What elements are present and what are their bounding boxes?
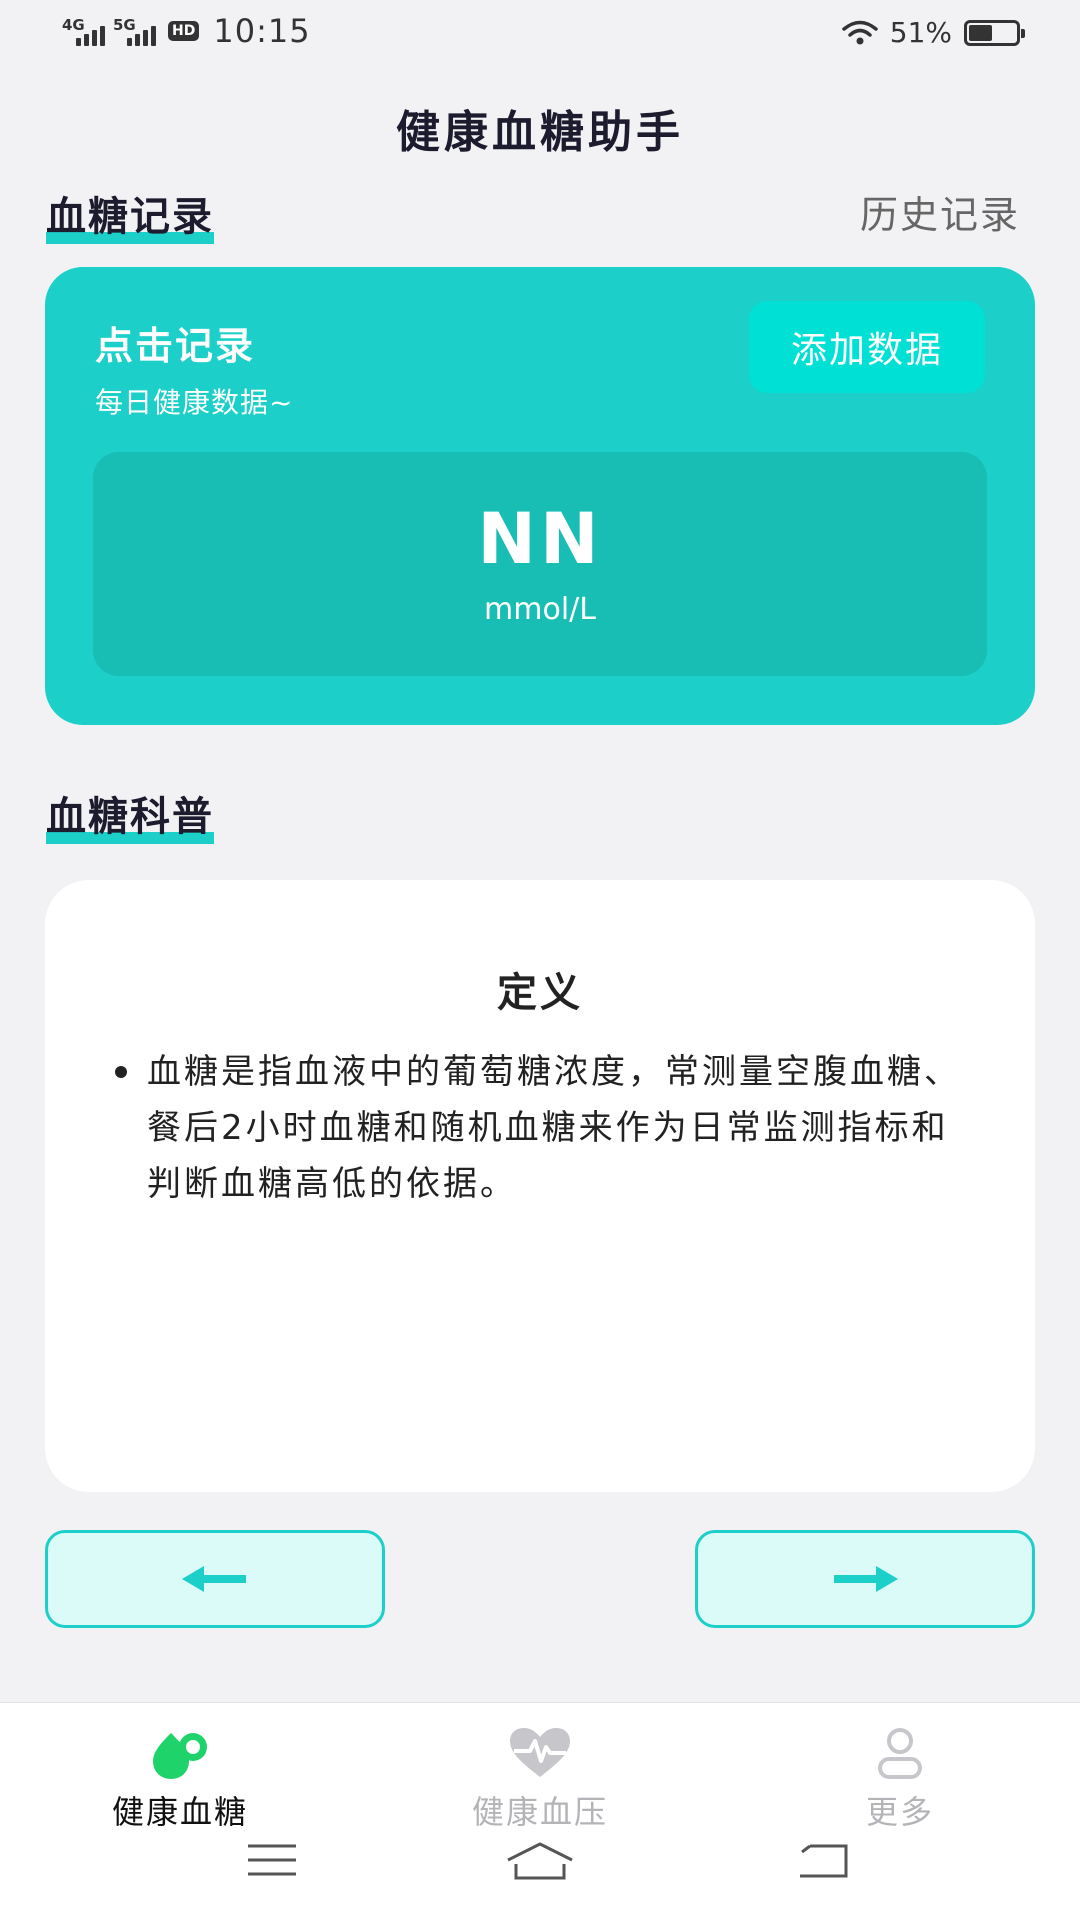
status-right: 51% [842, 16, 1025, 49]
heart-pulse-icon [420, 1725, 660, 1781]
battery-level [969, 24, 992, 41]
back-icon[interactable] [796, 1840, 850, 1884]
signal-4g-icon: 4G [62, 16, 105, 46]
home-icon[interactable] [504, 1840, 576, 1884]
blood-drop-icon [60, 1725, 300, 1781]
record-section-title: 血糖记录 [46, 184, 214, 244]
tab-label: 更多 [865, 1793, 934, 1831]
arrow-right-icon [834, 1566, 898, 1592]
tab-label: 健康血糖 [111, 1793, 248, 1831]
bullet-icon [115, 1066, 127, 1078]
tab-more[interactable]: 更多 [780, 1725, 1020, 1833]
record-card[interactable]: 点击记录 每日健康数据~ 添加数据 NN mmol/L [45, 267, 1035, 725]
tab-blood-glucose[interactable]: 健康血糖 [60, 1725, 300, 1833]
info-body: 血糖是指血液中的葡萄糖浓度，常测量空腹血糖、餐后2小时血糖和随机血糖来作为日常监… [115, 1044, 1015, 1212]
glucose-value: NN [477, 498, 603, 580]
page-title: 健康血糖助手 [396, 107, 684, 158]
info-text: 血糖是指血液中的葡萄糖浓度，常测量空腹血糖、餐后2小时血糖和随机血糖来作为日常监… [147, 1052, 961, 1204]
history-link[interactable]: 历史记录 [860, 184, 1020, 239]
record-card-subtitle: 每日健康数据~ [95, 386, 294, 419]
signal-5g-icon: 5G [113, 16, 156, 46]
hd-icon: HD [168, 21, 200, 41]
info-section-title-text: 血糖科普 [46, 794, 214, 840]
add-data-button[interactable]: 添加数据 [749, 301, 985, 393]
arrow-left-icon [182, 1566, 246, 1592]
glucose-value-box: NN mmol/L [93, 452, 987, 676]
battery-percent: 51% [889, 16, 952, 49]
record-section-title-text: 血糖记录 [46, 194, 214, 240]
info-card: 定义 血糖是指血液中的葡萄糖浓度，常测量空腹血糖、餐后2小时血糖和随机血糖来作为… [45, 880, 1035, 1492]
record-card-title: 点击记录 [95, 324, 256, 368]
status-bar: 4G 5G HD 10:15 51% [0, 0, 1080, 66]
network-label-2: 5G [113, 16, 136, 34]
system-nav-bar [0, 1840, 1080, 1900]
network-label-1: 4G [62, 16, 85, 34]
info-heading: 定义 [497, 970, 583, 1016]
previous-button[interactable] [45, 1530, 385, 1628]
battery-icon [964, 19, 1025, 46]
info-section-title: 血糖科普 [46, 784, 214, 844]
user-icon [780, 1725, 1020, 1781]
tab-label: 健康血压 [471, 1793, 608, 1831]
glucose-unit: mmol/L [484, 592, 596, 627]
wifi-icon [842, 20, 878, 46]
menu-icon[interactable] [246, 1840, 298, 1884]
tab-blood-pressure[interactable]: 健康血压 [420, 1725, 660, 1833]
status-left: 4G 5G HD 10:15 [62, 12, 311, 50]
clock: 10:15 [213, 12, 311, 50]
next-button[interactable] [695, 1530, 1035, 1628]
